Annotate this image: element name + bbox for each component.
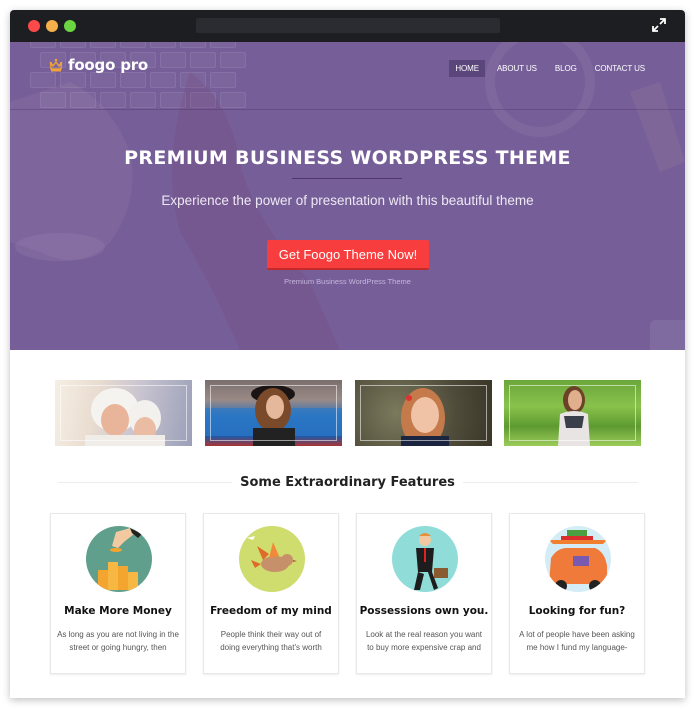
gallery-image-mother-child[interactable] [55, 380, 192, 446]
image-frame [509, 385, 636, 441]
feature-text: As long as you are not living in the str… [57, 630, 179, 652]
car-travel-icon [545, 526, 611, 592]
feature-title: Possessions own you. [359, 605, 489, 617]
features-heading: Some Extraordinary Features [10, 475, 685, 490]
cta-caption: Premium Business WordPress Theme [284, 277, 411, 286]
nav-contact-us[interactable]: CONTACT US [589, 60, 651, 77]
hero-section: foogo pro HOME ABOUT US BLOG CONTACT US … [10, 42, 685, 350]
feature-card: Possessions own you. Look at the real re… [356, 513, 492, 674]
coins-hand-icon [86, 526, 152, 592]
nav-blog[interactable]: BLOG [549, 60, 583, 77]
feature-card: Freedom of my mind People think their wa… [203, 513, 339, 674]
feature-title: Freedom of my mind [210, 605, 332, 617]
nav-home[interactable]: HOME [449, 60, 485, 77]
feature-card: Looking for fun? A lot of people have be… [509, 513, 645, 674]
main-nav: HOME ABOUT US BLOG CONTACT US [449, 60, 651, 77]
close-button[interactable] [28, 20, 40, 32]
hero-title: PREMIUM BUSINESS WORDPRESS THEME [124, 147, 571, 169]
header-divider [10, 109, 685, 110]
feature-text: A lot of people have been asking me how … [519, 630, 635, 652]
crown-icon [49, 58, 63, 72]
maximize-button[interactable] [64, 20, 76, 32]
image-frame [210, 385, 337, 441]
logo-text: foogo pro [68, 56, 149, 74]
gallery-image-woman-hat[interactable] [205, 380, 342, 446]
features-heading-text: Some Extraordinary Features [232, 475, 463, 490]
feature-text: Look at the real reason you want to buy … [365, 630, 483, 652]
hero-divider [292, 178, 402, 179]
bird-icon [239, 526, 305, 592]
site-logo[interactable]: foogo pro [48, 56, 148, 74]
businessman-icon [392, 526, 458, 592]
gallery-image-woman-orchard[interactable] [504, 380, 641, 446]
expand-arrows-icon[interactable] [651, 17, 667, 33]
image-frame [60, 385, 187, 441]
hero-subtitle: Experience the power of presentation wit… [161, 193, 534, 208]
address-bar[interactable] [196, 18, 500, 33]
image-frame [360, 385, 487, 441]
feature-title: Looking for fun? [528, 605, 626, 617]
title-bar [10, 10, 685, 42]
browser-window: foogo pro HOME ABOUT US BLOG CONTACT US … [10, 10, 685, 698]
gallery-image-smiling-girl[interactable] [355, 380, 492, 446]
get-theme-button[interactable]: Get Foogo Theme Now! [267, 240, 429, 270]
nav-about-us[interactable]: ABOUT US [491, 60, 543, 77]
feature-title: Make More Money [64, 605, 172, 617]
minimize-button[interactable] [46, 20, 58, 32]
feature-text: People think their way out of doing ever… [220, 630, 322, 652]
feature-card: Make More Money As long as you are not l… [50, 513, 186, 674]
